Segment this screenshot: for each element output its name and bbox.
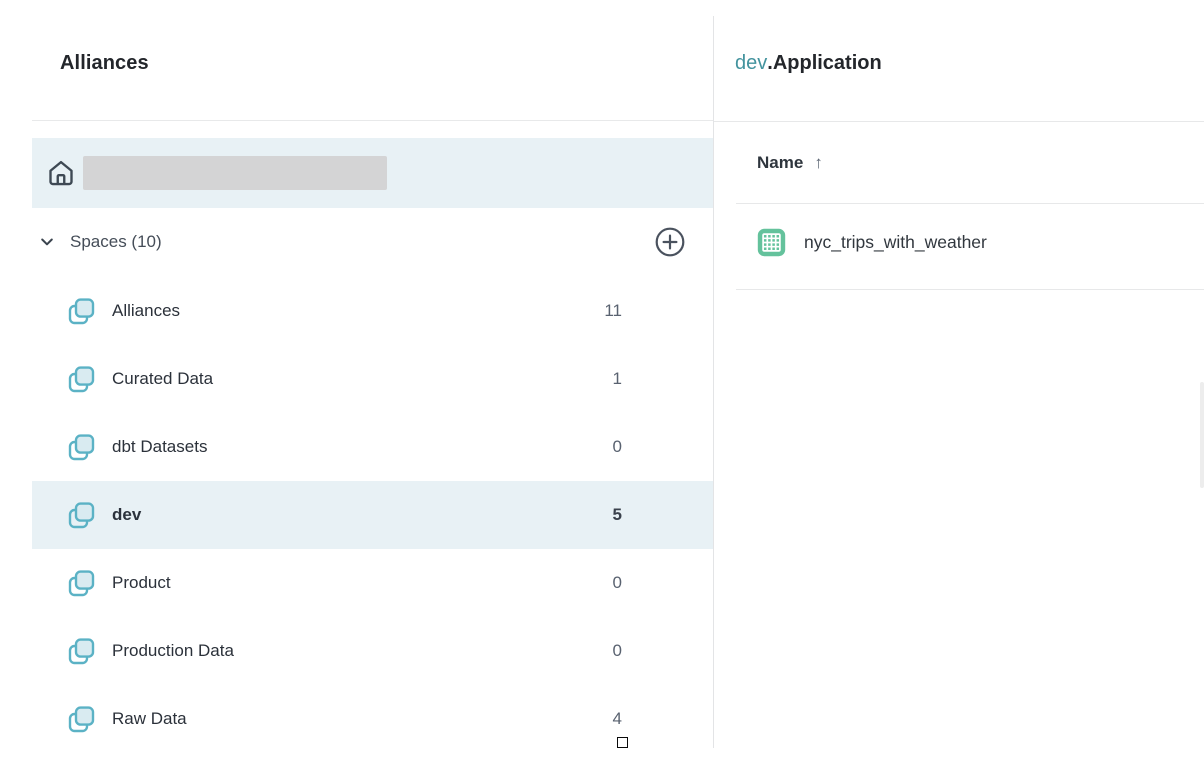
- dataset-table-icon: [757, 228, 786, 257]
- space-layers-icon: [66, 500, 96, 530]
- space-layers-icon: [66, 432, 96, 462]
- space-item-label: Curated Data: [112, 369, 213, 389]
- space-layers-icon: [66, 296, 96, 326]
- space-item-count: 0: [613, 573, 622, 593]
- space-layers-icon: [66, 704, 96, 734]
- plus-circle-icon: [654, 226, 686, 258]
- space-layers-icon: [66, 364, 96, 394]
- table-row-divider: [736, 289, 1204, 290]
- space-item-dev[interactable]: dev 5: [32, 481, 713, 549]
- space-item-alliances[interactable]: Alliances 11: [32, 277, 713, 345]
- detail-header-divider: [714, 121, 1204, 122]
- space-item-count: 0: [613, 437, 622, 457]
- column-header-label: Name: [757, 153, 803, 173]
- space-item-count: 4: [613, 709, 622, 729]
- space-item-curated-data[interactable]: Curated Data 1: [32, 345, 713, 413]
- add-space-button[interactable]: [654, 226, 686, 258]
- home-item[interactable]: [32, 138, 713, 208]
- table-row-nyc-trips[interactable]: nyc_trips_with_weather: [757, 204, 1204, 280]
- chevron-down-icon: [39, 234, 55, 250]
- breadcrumb: dev.Application: [735, 52, 882, 75]
- space-item-label: Production Data: [112, 641, 234, 661]
- spaces-collapse-toggle[interactable]: [38, 233, 56, 251]
- stray-artifact-square: [617, 737, 628, 748]
- spaces-sidebar: Alliances Spaces (10): [0, 0, 713, 770]
- home-icon: [46, 158, 76, 188]
- space-item-label: Raw Data: [112, 709, 187, 729]
- spaces-list: Alliances 11 Curated Data 1 dbt Datasets…: [32, 277, 713, 753]
- app: Alliances Spaces (10): [0, 0, 1204, 770]
- spaces-section-header: Spaces (10): [32, 222, 713, 262]
- space-item-dbt-datasets[interactable]: dbt Datasets 0: [32, 413, 713, 481]
- breadcrumb-page: Application: [773, 52, 882, 74]
- space-item-raw-data[interactable]: Raw Data 4: [32, 685, 713, 753]
- breadcrumb-space[interactable]: dev: [735, 52, 767, 74]
- space-item-count: 5: [613, 505, 622, 525]
- space-item-count: 0: [613, 641, 622, 661]
- redacted-home-label: [83, 156, 387, 190]
- space-item-label: dev: [112, 505, 141, 525]
- space-layers-icon: [66, 568, 96, 598]
- space-item-production-data[interactable]: Production Data 0: [32, 617, 713, 685]
- detail-panel: dev.Application Name ↑ nyc_trips_with_we…: [714, 0, 1204, 770]
- space-item-label: Product: [112, 573, 171, 593]
- sidebar-header-divider: [32, 120, 713, 121]
- space-layers-icon: [66, 636, 96, 666]
- spaces-section-label: Spaces (10): [70, 232, 162, 252]
- space-item-product[interactable]: Product 0: [32, 549, 713, 617]
- scrollbar-thumb[interactable]: [1200, 382, 1204, 488]
- dataset-name: nyc_trips_with_weather: [804, 232, 987, 253]
- space-item-count: 1: [613, 369, 622, 389]
- space-item-count: 11: [604, 301, 622, 321]
- space-item-label: dbt Datasets: [112, 437, 207, 457]
- space-item-label: Alliances: [112, 301, 180, 321]
- column-header-name[interactable]: Name ↑: [757, 150, 823, 176]
- sort-ascending-icon: ↑: [814, 153, 823, 173]
- sidebar-title: Alliances: [60, 52, 149, 75]
